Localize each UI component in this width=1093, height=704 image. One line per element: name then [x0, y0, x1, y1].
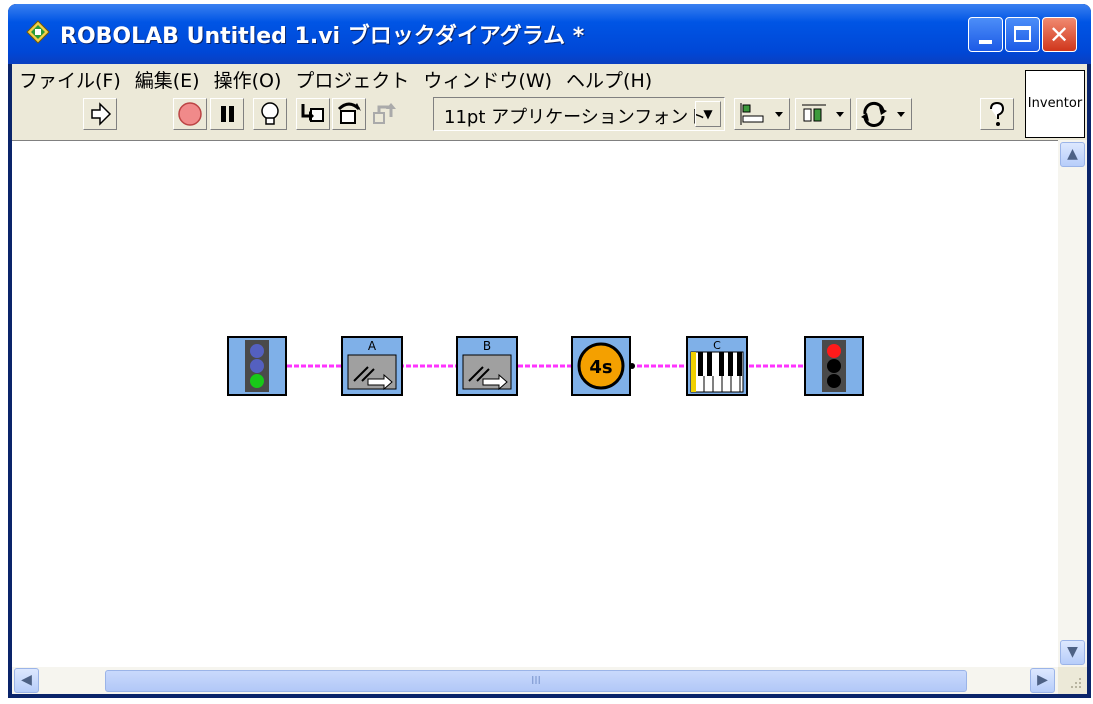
scroll-up-arrow-icon[interactable]: ▲ — [1060, 142, 1085, 167]
highlight-execution-button[interactable] — [253, 98, 287, 130]
note-label: C — [713, 339, 721, 352]
block-diagram-canvas[interactable]: A B 4s C — [12, 140, 1058, 668]
close-icon: ✕ — [1049, 21, 1070, 49]
title-bar[interactable]: ROBOLAB Untitled 1.vi ブロックダイアグラム * ✕ — [8, 4, 1091, 64]
step-out-icon — [373, 103, 396, 124]
vertical-scrollbar[interactable]: ▲ ▼ — [1058, 140, 1087, 667]
menu-edit[interactable]: 編集(E) — [128, 66, 207, 93]
pause-icon — [221, 106, 234, 122]
timer-value-label: 4s — [589, 357, 612, 378]
step-over-icon — [337, 102, 361, 124]
step-out-button[interactable] — [368, 98, 402, 130]
end-light-block[interactable] — [804, 336, 864, 396]
lightbulb-icon — [261, 102, 279, 125]
begin-light-block[interactable] — [227, 336, 287, 396]
abort-button[interactable] — [173, 98, 207, 130]
minimize-button[interactable] — [968, 17, 1003, 52]
window-client: ファイル(F) 編集(E) 操作(O) プロジェクト ウィンドウ(W) ヘルプ(… — [12, 64, 1087, 694]
context-help-button[interactable] — [980, 98, 1014, 130]
horizontal-scrollbar[interactable]: ◀ III ▶ — [12, 667, 1058, 694]
reorder-icon — [861, 101, 905, 127]
program-blocks: A B 4s C — [227, 336, 864, 396]
menu-help[interactable]: ヘルプ(H) — [559, 66, 659, 93]
scroll-down-arrow-icon[interactable]: ▼ — [1060, 640, 1085, 665]
font-select[interactable]: 11pt アプリケーションフォント ▼ — [433, 97, 725, 131]
wait-4s-timer-block[interactable]: 4s — [571, 336, 635, 396]
minimize-icon — [979, 40, 992, 44]
distribute-objects-icon — [802, 104, 844, 122]
maximize-button[interactable] — [1005, 17, 1040, 52]
distribute-objects-button[interactable] — [795, 98, 851, 130]
motor-port-label: A — [368, 339, 377, 353]
align-objects-button[interactable] — [734, 98, 790, 130]
run-arrow-icon — [91, 102, 112, 126]
maximize-icon — [1014, 26, 1031, 42]
run-button[interactable] — [83, 98, 117, 130]
menu-operate[interactable]: 操作(O) — [207, 66, 289, 93]
menu-window[interactable]: ウィンドウ(W) — [416, 66, 559, 93]
inventor-level-icon[interactable]: Inventor — [1025, 70, 1085, 138]
align-objects-icon — [740, 103, 783, 125]
reorder-button[interactable] — [856, 98, 912, 130]
labview-app-icon — [26, 20, 50, 44]
toolbar: 11pt アプリケーションフォント ▼ — [12, 94, 1020, 140]
menu-file[interactable]: ファイル(F) — [12, 66, 128, 93]
pause-button[interactable] — [210, 98, 244, 130]
font-select-value: 11pt アプリケーションフォント — [444, 107, 707, 128]
scroll-thumb-grip: III — [531, 674, 541, 687]
motor-a-forward-block[interactable]: A — [341, 336, 403, 396]
chevron-down-icon[interactable]: ▼ — [695, 101, 721, 127]
scroll-right-arrow-icon[interactable]: ▶ — [1030, 668, 1055, 693]
step-into-icon — [301, 104, 324, 122]
motor-b-forward-block[interactable]: B — [456, 336, 518, 396]
motor-port-label: B — [483, 339, 491, 353]
play-note-c-block[interactable]: C — [686, 336, 748, 396]
step-over-button[interactable] — [332, 98, 366, 130]
close-button[interactable]: ✕ — [1042, 17, 1077, 52]
scroll-left-arrow-icon[interactable]: ◀ — [14, 668, 39, 693]
horizontal-scroll-thumb[interactable]: III — [105, 670, 967, 692]
help-icon — [990, 101, 1005, 126]
step-into-button[interactable] — [296, 98, 330, 130]
resize-grip-icon[interactable] — [1058, 667, 1087, 694]
window-title: ROBOLAB Untitled 1.vi ブロックダイアグラム * — [60, 24, 585, 49]
stop-icon — [178, 102, 202, 126]
app-window: ROBOLAB Untitled 1.vi ブロックダイアグラム * ✕ ファイ… — [8, 4, 1091, 698]
menu-project[interactable]: プロジェクト — [288, 66, 416, 93]
menu-bar: ファイル(F) 編集(E) 操作(O) プロジェクト ウィンドウ(W) ヘルプ(… — [12, 64, 1020, 94]
